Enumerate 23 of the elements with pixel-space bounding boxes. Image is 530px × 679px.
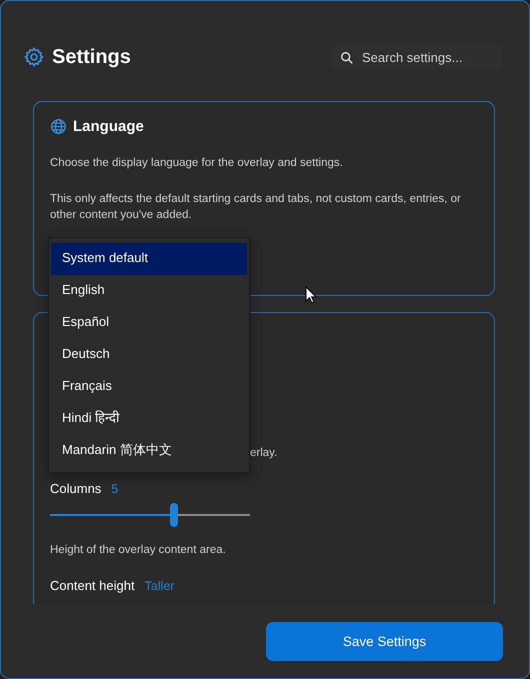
settings-icon xyxy=(23,46,45,68)
note-text: This only affects the default starting cards and tabs, not custom cards, entries, or other content you've added. xyxy=(50,192,462,223)
columns-slider[interactable] xyxy=(50,504,250,526)
description-text: Height of the overlay content area. xyxy=(50,543,227,558)
dropdown-option[interactable]: Español xyxy=(51,307,247,339)
save-button[interactable]: Save Settings xyxy=(266,622,503,660)
globe-icon xyxy=(50,118,67,135)
slider-thumb[interactable] xyxy=(170,503,178,527)
dropdown-option[interactable]: Deutsch xyxy=(51,339,247,371)
card-title: Language xyxy=(73,118,144,135)
dropdown-option[interactable]: Mandarin 简体中文 xyxy=(51,435,247,467)
description-text: erlay. xyxy=(250,447,278,459)
setting-value: Taller xyxy=(144,579,174,593)
description-text: Choose the display language for the overlay and settings. xyxy=(50,156,344,171)
setting-value: 5 xyxy=(111,482,118,496)
dropdown-option[interactable]: Français xyxy=(51,371,247,403)
dropdown-option[interactable]: English xyxy=(51,275,247,307)
dropdown-option[interactable]: Hindi हिन्दी xyxy=(51,403,247,435)
mouse-cursor-icon xyxy=(305,286,317,304)
setting-label: Content height xyxy=(50,578,135,593)
dropdown-option[interactable]: System default xyxy=(51,243,247,275)
page-title: Settings xyxy=(52,46,131,68)
setting-label: Columns xyxy=(50,481,102,496)
